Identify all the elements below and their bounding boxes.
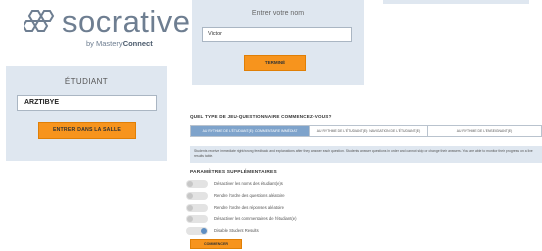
student-title: ÉTUDIANT (64, 77, 109, 86)
shuffle-questions-toggle[interactable] (186, 192, 208, 200)
setting-label: Désactiver les noms des étudiant(e)s (214, 181, 283, 186)
name-entry-panel: Entrer votre nom Victor TERMINÉ (192, 0, 364, 85)
disable-student-results-toggle[interactable] (186, 227, 208, 235)
start-button[interactable]: COMMENCER (190, 239, 242, 249)
setting-label: Rendre l'ordre des questions aléatoire (214, 193, 285, 198)
disable-feedback-toggle[interactable] (186, 215, 208, 223)
pace-option-student-immediate[interactable]: AU RYTHME DE L'ÉTUDIANT(E): COMMENTAIRE … (191, 126, 309, 136)
socrative-logo: socrative by MasteryConnect (24, 4, 192, 48)
hexagon-logo-icon (24, 10, 55, 32)
setting-label: Rendre l'ordre des réponses aléatoire (214, 205, 284, 210)
toggle-knob (187, 216, 193, 222)
toggle-knob (187, 181, 193, 187)
extra-settings-heading: PARAMÈTRES SUPPLÉMENTAIRES (190, 170, 277, 175)
room-name-input[interactable]: ARZTIBYE (17, 95, 157, 111)
setting-label: Désactiver les commentaires de l'étudian… (214, 216, 297, 221)
pace-option-teacher[interactable]: AU RYTHME DE L'ENSEIGNANT(E) (427, 126, 541, 136)
toggle-knob (187, 205, 193, 211)
toggle-knob (187, 193, 193, 199)
setting-label: Disable Student Results (214, 228, 259, 233)
name-entry-title: Entrer votre nom (251, 10, 305, 17)
top-right-panel (383, 0, 529, 4)
student-name-input[interactable]: Victor (202, 27, 352, 42)
join-room-button[interactable]: ENTRER DANS LA SALLE (38, 122, 136, 139)
pace-description: Students receive immediate right/wrong f… (190, 146, 542, 163)
logo-byline: by MasteryConnect (86, 39, 153, 48)
quiz-type-heading: QUEL TYPE DE JEU-QUESTIONNAIRE COMMENCEZ… (190, 114, 332, 119)
logo-wordmark: socrative (62, 4, 191, 39)
shuffle-answers-toggle[interactable] (186, 204, 208, 212)
disable-names-toggle[interactable] (186, 180, 208, 188)
student-login-panel: ÉTUDIANT ARZTIBYE ENTRER DANS LA SALLE (6, 66, 167, 161)
pace-selector: AU RYTHME DE L'ÉTUDIANT(E): COMMENTAIRE … (190, 125, 542, 137)
done-button[interactable]: TERMINÉ (244, 55, 306, 71)
pace-option-student-navigation[interactable]: AU RYTHME DE L'ÉTUDIANT(E): NAVIGATION D… (309, 126, 427, 136)
toggle-knob (201, 228, 207, 234)
